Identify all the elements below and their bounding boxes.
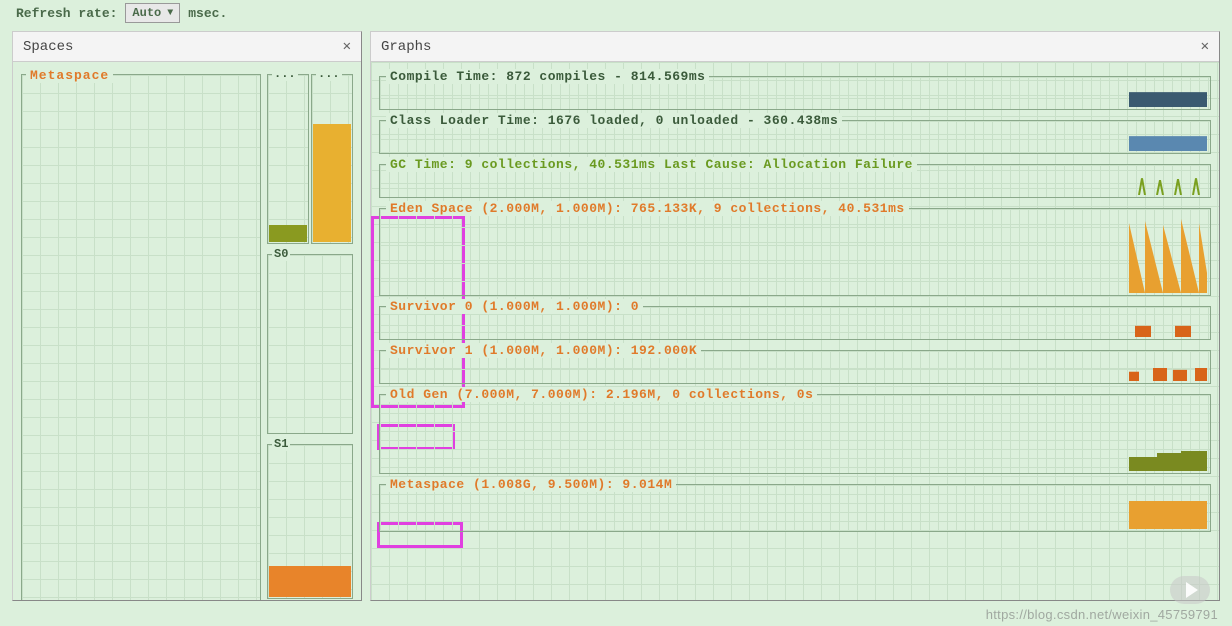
graph-row: Survivor 1 (1.000M, 1.000M): 192.000K	[379, 350, 1211, 384]
s1-box: S1	[267, 444, 353, 599]
graph-row: Survivor 0 (1.000M, 1.000M): 0	[379, 306, 1211, 340]
close-icon[interactable]: ✕	[343, 38, 351, 55]
graph-row: Compile Time: 872 compiles - 814.569ms	[379, 76, 1211, 110]
mini-chart	[1129, 355, 1207, 381]
play-button[interactable]	[1170, 576, 1210, 604]
spaces-box-2: ...	[311, 74, 353, 244]
s0-label: S0	[272, 247, 290, 261]
spaces-panel: Spaces ✕ Metaspace ... ...	[12, 31, 362, 601]
s1-fill	[269, 566, 351, 597]
spaces-box-1-fill	[269, 225, 307, 242]
watermark: https://blog.csdn.net/weixin_45759791	[986, 607, 1218, 622]
mini-chart	[1129, 399, 1207, 471]
mini-chart	[1129, 213, 1207, 293]
play-icon	[1186, 582, 1198, 598]
graph-label: Survivor 0 (1.000M, 1.000M): 0	[386, 299, 643, 314]
graph-label: Class Loader Time: 1676 loaded, 0 unload…	[386, 113, 842, 128]
spaces-top-row: ... ...	[267, 68, 353, 244]
refresh-rate-select[interactable]: Auto ▼	[125, 3, 180, 23]
graphs-title: Graphs	[381, 39, 431, 55]
graph-label: Old Gen (7.000M, 7.000M): 2.196M, 0 coll…	[386, 387, 817, 402]
spaces-box-2-label: ...	[316, 67, 342, 81]
s0-box: S0	[267, 254, 353, 434]
toolbar: Refresh rate: Auto ▼ msec.	[0, 0, 1232, 31]
close-icon[interactable]: ✕	[1201, 38, 1209, 55]
refresh-rate-unit: msec.	[188, 6, 227, 21]
metaspace-box: Metaspace	[21, 74, 261, 600]
mini-chart	[1129, 169, 1207, 195]
mini-chart	[1129, 125, 1207, 151]
spaces-box-1: ...	[267, 74, 309, 244]
graph-row: Old Gen (7.000M, 7.000M): 2.196M, 0 coll…	[379, 394, 1211, 474]
graph-label: Survivor 1 (1.000M, 1.000M): 192.000K	[386, 343, 701, 358]
graph-label: Metaspace (1.008G, 9.500M): 9.014M	[386, 477, 676, 492]
spaces-box-1-label: ...	[272, 67, 298, 81]
graph-row: GC Time: 9 collections, 40.531ms Last Ca…	[379, 164, 1211, 198]
graph-label: GC Time: 9 collections, 40.531ms Last Ca…	[386, 157, 917, 172]
graph-row: Eden Space (2.000M, 1.000M): 765.133K, 9…	[379, 208, 1211, 296]
graphs-panel: Graphs ✕ Compile Time: 872 compiles - 81…	[370, 31, 1220, 601]
mini-chart	[1129, 489, 1207, 529]
graph-label: Eden Space (2.000M, 1.000M): 765.133K, 9…	[386, 201, 909, 216]
mini-chart	[1129, 81, 1207, 107]
spaces-box-2-fill	[313, 124, 351, 242]
graph-label: Compile Time: 872 compiles - 814.569ms	[386, 69, 709, 84]
graph-row: Metaspace (1.008G, 9.500M): 9.014M	[379, 484, 1211, 532]
s1-label: S1	[272, 437, 290, 451]
refresh-rate-value: Auto	[132, 6, 161, 20]
refresh-rate-label: Refresh rate:	[16, 6, 117, 21]
spaces-title: Spaces	[23, 39, 73, 55]
mini-chart	[1129, 311, 1207, 337]
graph-row: Class Loader Time: 1676 loaded, 0 unload…	[379, 120, 1211, 154]
chevron-down-icon: ▼	[167, 8, 173, 19]
metaspace-label: Metaspace	[26, 68, 113, 83]
